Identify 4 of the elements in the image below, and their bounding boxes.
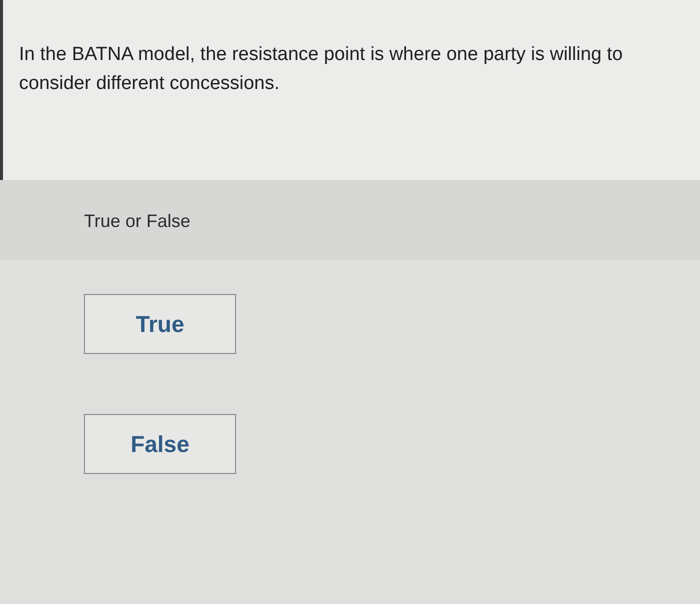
answer-option[interactable]: True bbox=[84, 294, 236, 354]
answer-option[interactable]: False bbox=[84, 414, 236, 474]
prompt-text: True or False bbox=[84, 211, 190, 231]
question-text: In the BATNA model, the resistance point is where one party is willing to consider different concessions. bbox=[19, 43, 624, 96]
